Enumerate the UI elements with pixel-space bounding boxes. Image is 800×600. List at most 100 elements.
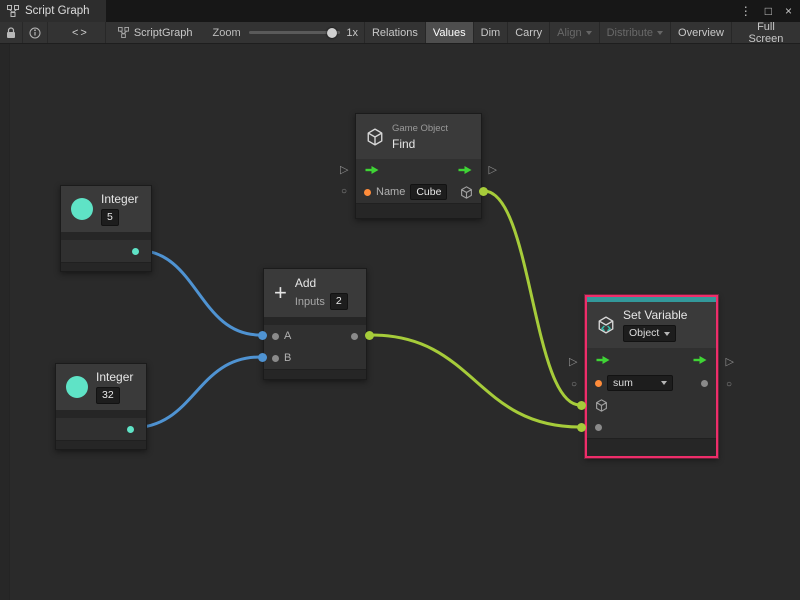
zoom-slider[interactable] (249, 22, 341, 43)
node-integer-5[interactable]: Integer 5 (60, 185, 152, 272)
name-outer-port[interactable]: ○ (341, 187, 347, 197)
node-title: Add (295, 276, 348, 290)
node-footer (587, 438, 716, 456)
node-divider (264, 317, 366, 325)
name-value-field[interactable]: Cube (410, 184, 447, 201)
flow-in-port[interactable]: ▷ (569, 357, 577, 368)
variable-cube-icon (597, 316, 615, 334)
value-input-row (587, 416, 716, 438)
variable-name-dropdown[interactable]: sum (607, 375, 673, 392)
flow-in-port[interactable]: ▷ (340, 165, 348, 176)
value-input-port[interactable] (595, 424, 602, 431)
input-port-a[interactable] (272, 333, 279, 340)
name-port-row: Name Cube (356, 181, 481, 203)
distribute-button[interactable]: Distribute (599, 22, 670, 43)
fullscreen-label: Full Screen (739, 21, 793, 45)
lock-button[interactable] (0, 22, 23, 43)
wire-endpoint (479, 187, 488, 196)
code-icon: <> (72, 27, 89, 39)
maximize-icon[interactable]: □ (765, 5, 772, 17)
node-divider (56, 410, 146, 418)
dim-button[interactable]: Dim (473, 22, 508, 43)
wire-endpoint (577, 401, 586, 410)
flow-in-arrow-icon[interactable] (364, 165, 380, 175)
value-outer-port[interactable]: ○ (726, 380, 732, 390)
integer-output-port[interactable] (127, 426, 134, 433)
gameobject-output-cube-icon[interactable] (460, 186, 473, 199)
value-output-port[interactable] (701, 380, 708, 387)
align-label: Align (557, 27, 581, 39)
overview-button[interactable]: Overview (670, 22, 731, 43)
script-graph-window: Script Graph ⋮ □ × <> (0, 0, 800, 600)
overview-label: Overview (678, 27, 724, 39)
node-footer (61, 262, 151, 271)
chevron-down-icon (657, 31, 663, 35)
toolbar-buttons: Relations Values Dim Carry Align Distrib… (364, 22, 800, 43)
zoom-value: 1x (344, 22, 364, 43)
titlebar: Script Graph ⋮ □ × (0, 0, 800, 22)
flow-out-arrow-icon[interactable] (457, 165, 473, 175)
node-title: Find (392, 137, 448, 151)
graph-toolbar: <> ScriptGraph Zoom 1x Relations Values … (0, 22, 800, 44)
node-find[interactable]: Game Object Find Name Cube (355, 113, 482, 219)
inputs-label: Inputs (295, 296, 325, 308)
code-preview-button[interactable]: <> (56, 22, 106, 43)
name-label: Name (376, 186, 405, 198)
flow-out-arrow-icon[interactable] (692, 355, 708, 365)
graph-name-label: ScriptGraph (134, 27, 193, 39)
node-footer (264, 369, 366, 379)
sum-output-port[interactable] (351, 333, 358, 340)
integer-icon (66, 376, 88, 398)
port-row-b: B (264, 347, 366, 369)
node-set-variable[interactable]: Set Variable Object sum (585, 295, 718, 458)
flow-out-port[interactable]: ▷ (489, 165, 497, 176)
port-row-a: A (264, 325, 366, 347)
relations-label: Relations (372, 27, 418, 39)
wire-endpoint (258, 331, 267, 340)
port-b-label: B (284, 352, 291, 364)
window-controls: ⋮ □ × (740, 0, 800, 22)
zoom-label: Zoom (205, 22, 245, 43)
carry-button[interactable]: Carry (507, 22, 549, 43)
node-footer (356, 203, 481, 218)
variable-name-label: sum (613, 377, 633, 390)
variable-name-port[interactable] (595, 380, 602, 387)
info-icon (29, 27, 41, 39)
flow-in-arrow-icon[interactable] (595, 355, 611, 365)
node-integer-32[interactable]: Integer 32 (55, 363, 147, 450)
variable-kind-dropdown[interactable]: Object (623, 325, 676, 342)
fullscreen-button[interactable]: Full Screen (731, 22, 800, 43)
node-header: Integer 5 (61, 186, 151, 232)
node-header: Game Object Find (356, 114, 481, 159)
inspect-button[interactable] (23, 22, 48, 43)
target-object-cube-icon[interactable] (595, 399, 608, 412)
output-port-row (56, 418, 146, 440)
relations-button[interactable]: Relations (364, 22, 425, 43)
add-icon: + (274, 282, 287, 304)
distribute-label: Distribute (607, 27, 653, 39)
integer-value-field[interactable]: 5 (101, 209, 119, 226)
flow-port-row (356, 159, 481, 181)
name-input-port[interactable] (364, 189, 371, 196)
integer-output-port[interactable] (132, 248, 139, 255)
values-button[interactable]: Values (425, 22, 473, 43)
zoom-slider-handle[interactable] (327, 28, 337, 38)
node-add[interactable]: + Add Inputs 2 A B (263, 268, 367, 380)
node-title: Set Variable (623, 308, 687, 322)
window-menu-icon[interactable]: ⋮ (740, 5, 752, 17)
output-port-row (61, 240, 151, 262)
values-label: Values (433, 27, 466, 39)
graph-breadcrumb[interactable]: ScriptGraph (106, 22, 205, 43)
integer-value-field[interactable]: 32 (96, 387, 120, 404)
close-icon[interactable]: × (785, 5, 792, 17)
graph-canvas[interactable]: Integer 5 Integer 32 (0, 44, 800, 600)
variable-outer-port[interactable]: ○ (571, 380, 577, 390)
wire-endpoint (577, 423, 586, 432)
wire-endpoint (258, 353, 267, 362)
tab-script-graph[interactable]: Script Graph (0, 0, 106, 22)
port-a-label: A (284, 330, 291, 342)
inputs-count-field[interactable]: 2 (330, 293, 348, 310)
align-button[interactable]: Align (549, 22, 598, 43)
flow-out-port[interactable]: ▷ (726, 357, 734, 368)
input-port-b[interactable] (272, 355, 279, 362)
